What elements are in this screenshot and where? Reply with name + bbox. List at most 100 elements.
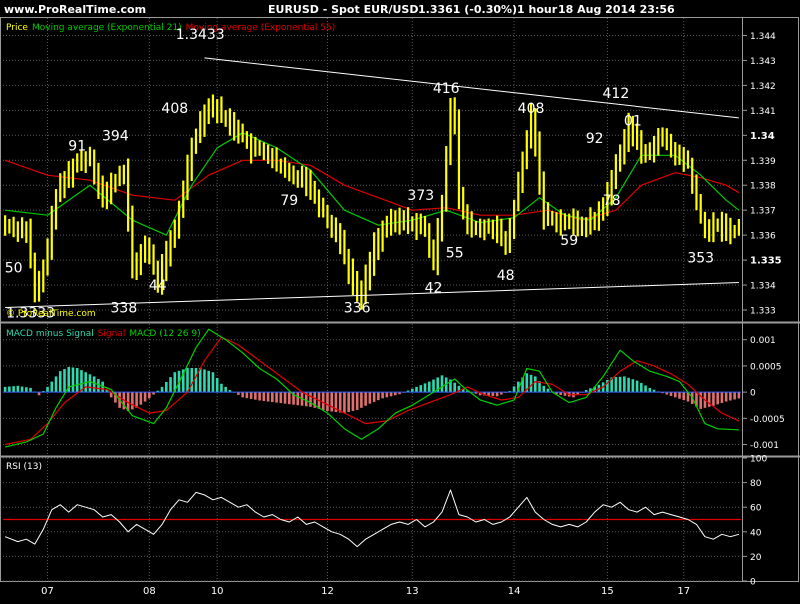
macd-histogram-bar xyxy=(75,368,79,393)
macd-histogram-bar xyxy=(220,383,223,393)
macd-histogram-bar xyxy=(58,371,62,393)
macd-histogram-bar xyxy=(546,388,550,393)
macd-histogram-bar xyxy=(733,392,736,400)
macd-histogram-bar xyxy=(678,392,681,399)
macd-histogram-bar xyxy=(190,368,194,393)
y-tick-label: 1.338 xyxy=(750,182,776,192)
macd-histogram-bar xyxy=(385,392,389,398)
macd-histogram-bar xyxy=(377,392,380,401)
macd-histogram-bar xyxy=(355,392,359,410)
macd-histogram-bar xyxy=(54,376,58,393)
price-annotation: 1.3433 xyxy=(176,27,225,43)
y-tick-label: 1.336 xyxy=(750,232,776,242)
macd-histogram-bar xyxy=(262,392,266,402)
y-tick-label: 0.001 xyxy=(750,336,776,346)
y-tick-label: 60 xyxy=(750,504,762,514)
macd-histogram-bar xyxy=(720,392,724,403)
legend-entry: Moving average (Exponential 21) xyxy=(32,23,182,33)
macd-histogram-bar xyxy=(673,392,677,398)
macd-histogram-bar xyxy=(207,370,211,393)
macd-histogram-bar xyxy=(330,392,334,412)
macd-histogram-bar xyxy=(271,392,274,403)
price-annotation: 353 xyxy=(687,251,714,267)
macd-histogram-bar xyxy=(143,392,147,402)
price-annotation: 92 xyxy=(586,131,604,147)
price-annotation: 408 xyxy=(161,101,188,117)
y-tick-label: 0.0005 xyxy=(750,362,782,372)
macd-histogram-bar xyxy=(135,392,138,408)
macd-histogram-bar xyxy=(326,392,329,411)
y-tick-label: -0.001 xyxy=(750,441,779,451)
macd-histogram-bar xyxy=(623,376,626,393)
macd-histogram-bar xyxy=(169,377,172,393)
price-annotation: 55 xyxy=(446,246,464,262)
macd-histogram-bar xyxy=(364,392,367,406)
macd-histogram-bar xyxy=(640,383,643,393)
macd-histogram-bar xyxy=(50,381,54,393)
macd-histogram-bar xyxy=(186,368,189,393)
y-tick-label: 20 xyxy=(750,553,762,563)
macd-histogram-bar xyxy=(635,380,639,393)
macd-histogram-bar xyxy=(381,392,384,399)
timeframe: 1 hour xyxy=(517,3,558,16)
macd-histogram-bar xyxy=(139,392,143,405)
macd-histogram-bar xyxy=(627,377,630,393)
macd-histogram-bar xyxy=(614,377,618,393)
macd-histogram-bar xyxy=(258,392,261,401)
instrument-quote: 1.3361 (-0.30%) xyxy=(418,3,517,16)
macd-histogram-bar xyxy=(410,388,414,393)
macd-histogram-bar xyxy=(419,385,423,393)
y-tick-label: 1.342 xyxy=(750,82,776,92)
price-annotation: 416 xyxy=(433,81,460,97)
macd-histogram-bar xyxy=(729,392,732,401)
macd-histogram-bar xyxy=(415,386,418,393)
macd-histogram-bar xyxy=(724,392,728,402)
legend-entry: Signal xyxy=(98,329,126,339)
macd-histogram-bar xyxy=(737,392,741,399)
macd-histogram-bar xyxy=(88,374,92,393)
chart-text: 07 08 10 12 13 14 15 17 1.333 1.334 1.335 1.336 1.33… xyxy=(5,23,785,597)
macd-histogram-bar xyxy=(368,392,372,404)
y-tick-label: 1.334 xyxy=(750,282,776,292)
macd-histogram-bar xyxy=(682,392,686,401)
macd-histogram-bar xyxy=(279,392,283,404)
x-axis-label: 10 xyxy=(211,586,224,597)
macd-histogram-bar xyxy=(249,392,253,399)
macd-histogram-bar xyxy=(224,386,227,393)
macd-histogram-bar xyxy=(716,392,719,405)
macd-histogram-bar xyxy=(203,369,206,393)
x-axis-label: 15 xyxy=(601,586,614,597)
macd-histogram-bar xyxy=(194,368,198,393)
price-annotation: 01 xyxy=(624,113,642,129)
macd-histogram-bar xyxy=(296,392,300,406)
macd-histogram-bar xyxy=(241,392,244,398)
legend-entry: RSI (13) xyxy=(6,462,42,472)
price-annotation: 50 xyxy=(5,261,23,277)
macd-histogram-bar xyxy=(198,368,202,393)
macd-histogram-bar xyxy=(20,386,24,393)
y-tick-label: 40 xyxy=(750,528,762,538)
macd-histogram-bar xyxy=(275,392,278,403)
price-annotation: 394 xyxy=(102,128,129,144)
macd-histogram-bar xyxy=(648,387,652,393)
macd-histogram-bar xyxy=(309,392,312,407)
y-tick-label: 0 xyxy=(750,389,756,399)
y-tick-label: 1.34 xyxy=(750,131,775,142)
macd-histogram-bar xyxy=(71,367,75,393)
macd-histogram-bar xyxy=(372,392,376,402)
macd-histogram-bar xyxy=(245,392,249,399)
rsi-line xyxy=(4,489,740,548)
macd-histogram-bar xyxy=(423,383,427,393)
y-tick-label: 1.333 xyxy=(750,307,776,317)
macd-histogram-bar xyxy=(254,392,257,400)
x-axis-label: 14 xyxy=(508,586,521,597)
y-tick-label: 80 xyxy=(750,479,762,489)
trendline xyxy=(204,57,739,119)
price-annotation: 79 xyxy=(280,193,298,209)
macd-histogram-bar xyxy=(148,392,151,399)
x-axis-label: 07 xyxy=(41,586,54,597)
watermark: © ProRealTime.com xyxy=(6,309,96,319)
price-annotation: 59 xyxy=(560,233,578,249)
site-name[interactable]: www.ProRealTime.com xyxy=(4,3,146,16)
price-annotation: 336 xyxy=(344,301,371,317)
